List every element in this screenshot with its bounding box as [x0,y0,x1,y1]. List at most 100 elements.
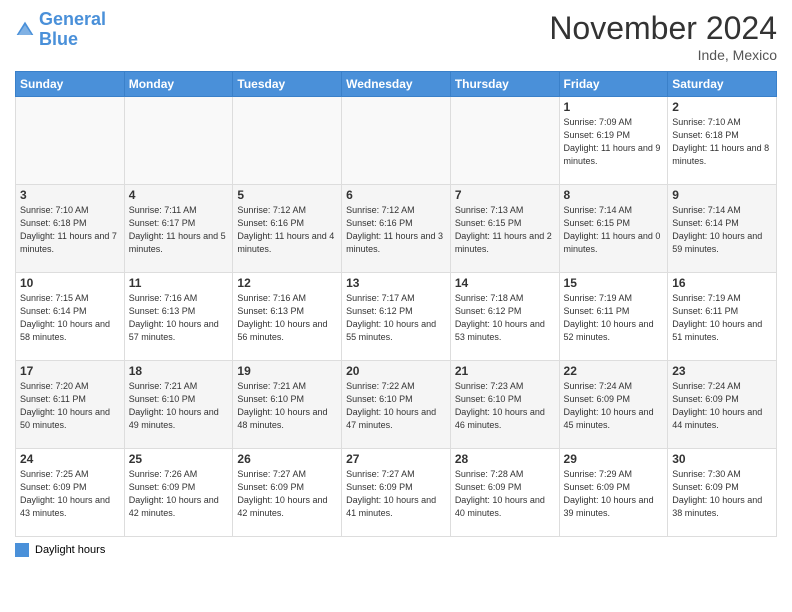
day-cell: 25 Sunrise: 7:26 AMSunset: 6:09 PMDayligh… [124,449,233,537]
day-cell: 27 Sunrise: 7:27 AMSunset: 6:09 PMDayligh… [342,449,451,537]
day-number: 9 [672,188,772,202]
day-number: 3 [20,188,120,202]
day-number: 2 [672,100,772,114]
logo-line1: General [39,9,106,29]
day-info: Sunrise: 7:26 AMSunset: 6:09 PMDaylight:… [129,468,229,520]
day-cell: 19 Sunrise: 7:21 AMSunset: 6:10 PMDayligh… [233,361,342,449]
day-info: Sunrise: 7:18 AMSunset: 6:12 PMDaylight:… [455,292,555,344]
day-cell [342,97,451,185]
calendar-table: SundayMondayTuesdayWednesdayThursdayFrid… [15,71,777,537]
day-info: Sunrise: 7:24 AMSunset: 6:09 PMDaylight:… [672,380,772,432]
day-info: Sunrise: 7:15 AMSunset: 6:14 PMDaylight:… [20,292,120,344]
day-number: 19 [237,364,337,378]
day-cell: 7 Sunrise: 7:13 AMSunset: 6:15 PMDaylight… [450,185,559,273]
day-number: 22 [564,364,664,378]
day-cell: 10 Sunrise: 7:15 AMSunset: 6:14 PMDayligh… [16,273,125,361]
day-number: 14 [455,276,555,290]
day-info: Sunrise: 7:16 AMSunset: 6:13 PMDaylight:… [129,292,229,344]
day-cell: 13 Sunrise: 7:17 AMSunset: 6:12 PMDayligh… [342,273,451,361]
day-info: Sunrise: 7:19 AMSunset: 6:11 PMDaylight:… [564,292,664,344]
header-row: SundayMondayTuesdayWednesdayThursdayFrid… [16,72,777,97]
day-info: Sunrise: 7:29 AMSunset: 6:09 PMDaylight:… [564,468,664,520]
day-info: Sunrise: 7:11 AMSunset: 6:17 PMDaylight:… [129,204,229,256]
day-cell: 1 Sunrise: 7:09 AMSunset: 6:19 PMDaylight… [559,97,668,185]
week-row-4: 17 Sunrise: 7:20 AMSunset: 6:11 PMDayligh… [16,361,777,449]
day-info: Sunrise: 7:10 AMSunset: 6:18 PMDaylight:… [20,204,120,256]
day-cell: 6Sunrise: 7:12 AMSunset: 6:16 PMDaylight… [342,185,451,273]
day-number: 1 [564,100,664,114]
day-cell: 12 Sunrise: 7:16 AMSunset: 6:13 PMDayligh… [233,273,342,361]
day-cell: 2 Sunrise: 7:10 AMSunset: 6:18 PMDaylight… [668,97,777,185]
month-title: November 2024 [549,10,777,47]
day-info: Sunrise: 7:09 AMSunset: 6:19 PMDaylight:… [564,116,664,168]
day-info: Sunrise: 7:28 AMSunset: 6:09 PMDaylight:… [455,468,555,520]
day-number: 4 [129,188,229,202]
day-number: 29 [564,452,664,466]
legend: Daylight hours [15,543,777,557]
day-number: 28 [455,452,555,466]
day-info: Sunrise: 7:24 AMSunset: 6:09 PMDaylight:… [564,380,664,432]
day-number: 27 [346,452,446,466]
day-cell: 16Sunrise: 7:19 AMSunset: 6:11 PMDayligh… [668,273,777,361]
day-info: Sunrise: 7:20 AMSunset: 6:11 PMDaylight:… [20,380,120,432]
day-number: 18 [129,364,229,378]
week-row-3: 10 Sunrise: 7:15 AMSunset: 6:14 PMDayligh… [16,273,777,361]
day-number: 10 [20,276,120,290]
day-cell: 15Sunrise: 7:19 AMSunset: 6:11 PMDayligh… [559,273,668,361]
week-row-1: 1 Sunrise: 7:09 AMSunset: 6:19 PMDaylight… [16,97,777,185]
day-number: 6 [346,188,446,202]
day-cell: 5 Sunrise: 7:12 AMSunset: 6:16 PMDaylight… [233,185,342,273]
day-cell: 4 Sunrise: 7:11 AMSunset: 6:17 PMDaylight… [124,185,233,273]
day-number: 13 [346,276,446,290]
day-number: 11 [129,276,229,290]
day-number: 12 [237,276,337,290]
day-info: Sunrise: 7:17 AMSunset: 6:12 PMDaylight:… [346,292,446,344]
day-info: Sunrise: 7:27 AMSunset: 6:09 PMDaylight:… [346,468,446,520]
logo-line2: Blue [39,29,78,49]
day-number: 24 [20,452,120,466]
day-info: Sunrise: 7:14 AMSunset: 6:15 PMDaylight:… [564,204,664,256]
location: Inde, Mexico [549,47,777,63]
day-info: Sunrise: 7:23 AMSunset: 6:10 PMDaylight:… [455,380,555,432]
day-number: 17 [20,364,120,378]
day-info: Sunrise: 7:21 AMSunset: 6:10 PMDaylight:… [129,380,229,432]
day-number: 5 [237,188,337,202]
day-cell [450,97,559,185]
day-cell: 14 Sunrise: 7:18 AMSunset: 6:12 PMDayligh… [450,273,559,361]
day-info: Sunrise: 7:21 AMSunset: 6:10 PMDaylight:… [237,380,337,432]
day-cell: 8Sunrise: 7:14 AMSunset: 6:15 PMDaylight… [559,185,668,273]
col-header-friday: Friday [559,72,668,97]
col-header-monday: Monday [124,72,233,97]
week-row-5: 24Sunrise: 7:25 AMSunset: 6:09 PMDayligh… [16,449,777,537]
day-cell: 20 Sunrise: 7:22 AMSunset: 6:10 PMDayligh… [342,361,451,449]
day-cell: 18 Sunrise: 7:21 AMSunset: 6:10 PMDayligh… [124,361,233,449]
day-info: Sunrise: 7:14 AMSunset: 6:14 PMDaylight:… [672,204,772,256]
day-cell: 24Sunrise: 7:25 AMSunset: 6:09 PMDayligh… [16,449,125,537]
col-header-saturday: Saturday [668,72,777,97]
main-container: General Blue November 2024 Inde, Mexico … [0,0,792,567]
day-cell: 30Sunrise: 7:30 AMSunset: 6:09 PMDayligh… [668,449,777,537]
day-number: 20 [346,364,446,378]
day-number: 25 [129,452,229,466]
day-number: 30 [672,452,772,466]
day-info: Sunrise: 7:13 AMSunset: 6:15 PMDaylight:… [455,204,555,256]
day-info: Sunrise: 7:22 AMSunset: 6:10 PMDaylight:… [346,380,446,432]
day-cell [124,97,233,185]
page-header: General Blue November 2024 Inde, Mexico [15,10,777,63]
day-cell: 29 Sunrise: 7:29 AMSunset: 6:09 PMDayligh… [559,449,668,537]
col-header-thursday: Thursday [450,72,559,97]
logo-icon [15,20,35,40]
day-number: 23 [672,364,772,378]
day-cell: 21Sunrise: 7:23 AMSunset: 6:10 PMDayligh… [450,361,559,449]
day-cell: 28 Sunrise: 7:28 AMSunset: 6:09 PMDayligh… [450,449,559,537]
day-cell: 3 Sunrise: 7:10 AMSunset: 6:18 PMDaylight… [16,185,125,273]
day-cell [233,97,342,185]
day-number: 7 [455,188,555,202]
day-info: Sunrise: 7:12 AMSunset: 6:16 PMDaylight:… [237,204,337,256]
legend-label: Daylight hours [35,544,105,556]
day-info: Sunrise: 7:10 AMSunset: 6:18 PMDaylight:… [672,116,772,168]
day-info: Sunrise: 7:16 AMSunset: 6:13 PMDaylight:… [237,292,337,344]
legend-color [15,543,29,557]
col-header-tuesday: Tuesday [233,72,342,97]
day-cell: 11 Sunrise: 7:16 AMSunset: 6:13 PMDayligh… [124,273,233,361]
